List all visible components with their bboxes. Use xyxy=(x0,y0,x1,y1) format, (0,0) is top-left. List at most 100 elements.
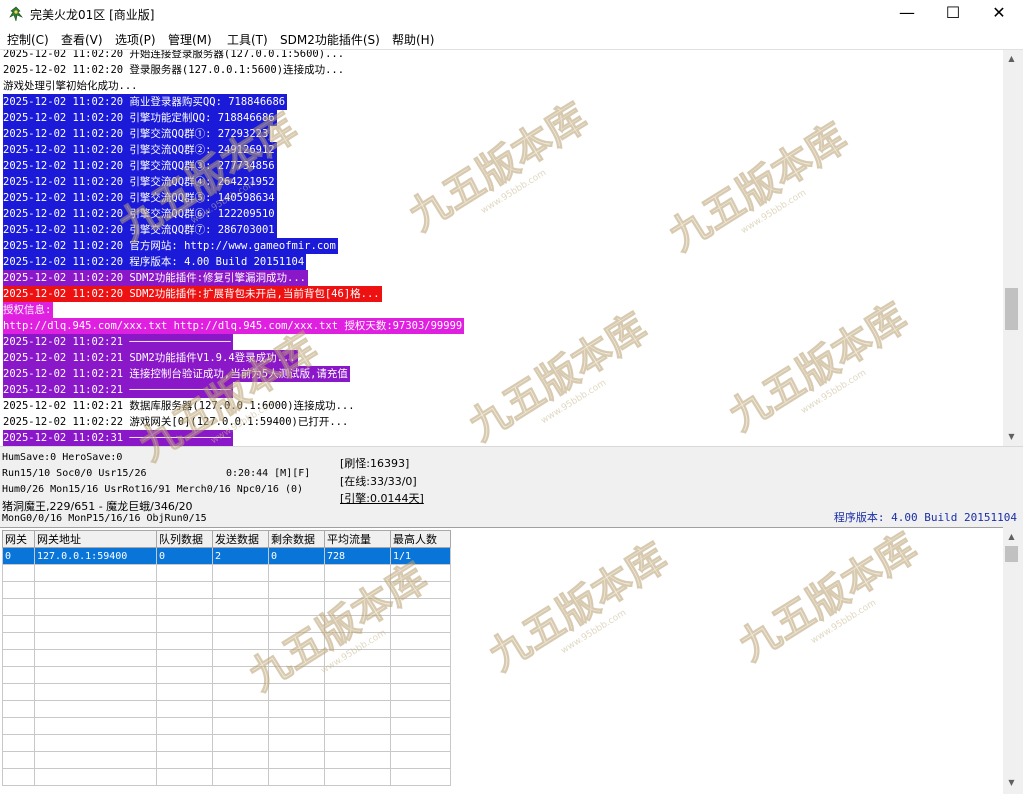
table-row[interactable] xyxy=(2,564,451,582)
table-cell: 2 xyxy=(212,547,269,565)
table-cell xyxy=(324,734,391,752)
table-cell xyxy=(324,581,391,599)
column-header[interactable]: 最高人数 xyxy=(390,530,451,548)
table-cell xyxy=(268,666,325,684)
table-cell xyxy=(324,598,391,616)
table-cell xyxy=(212,598,269,616)
table-cell: 0 xyxy=(156,547,213,565)
table-cell xyxy=(268,649,325,667)
gateway-grid-panel[interactable]: 网关 网关地址 队列数据 发送数据 剩余数据 平均流量 最高人数 0 127.0.0.1:59… xyxy=(0,527,1003,794)
log-line: 2025-12-02 11:02:22 游戏网关[0](127.0.0.1:59… xyxy=(3,414,351,430)
table-row[interactable] xyxy=(2,615,451,633)
table-cell xyxy=(212,649,269,667)
column-header[interactable]: 网关 xyxy=(2,530,35,548)
menu-options[interactable]: 选项(P) xyxy=(115,31,156,48)
engine-uptime[interactable]: [引擎:0.0144天] xyxy=(340,490,424,506)
table-cell xyxy=(390,700,451,718)
table-row[interactable] xyxy=(2,598,451,616)
menu-bar: 控制(C) 查看(V) 选项(P) 管理(M) 工具(T) SDM2功能插件(S… xyxy=(0,28,1023,50)
log-line: 2025-12-02 11:02:20 引擎交流QQ群⑤: 140598634 xyxy=(3,190,277,206)
grid-scroll-down-icon[interactable]: ▼ xyxy=(1003,776,1020,790)
table-cell xyxy=(390,598,451,616)
table-cell xyxy=(212,615,269,633)
table-row[interactable] xyxy=(2,581,451,599)
grid-scroll-thumb[interactable] xyxy=(1005,546,1018,562)
table-cell xyxy=(390,751,451,769)
grid-scroll-up-icon[interactable]: ▲ xyxy=(1003,530,1020,544)
scroll-thumb[interactable] xyxy=(1005,288,1018,330)
log-line: 2025-12-02 11:02:20 引擎功能定制QQ: 718846686 xyxy=(3,110,277,126)
log-line: 2025-12-02 11:02:20 开始连接登录服务器(127.0.0.1:… xyxy=(3,50,347,62)
menu-sdm2-plugin[interactable]: SDM2功能插件(S) xyxy=(280,31,380,48)
table-row[interactable] xyxy=(2,768,451,786)
table-cell xyxy=(324,649,391,667)
table-cell xyxy=(324,615,391,633)
log-line: 2025-12-02 11:02:20 商业登录器购买QQ: 718846686 xyxy=(3,94,288,110)
table-cell xyxy=(2,632,35,650)
table-cell xyxy=(212,717,269,735)
table-cell xyxy=(2,734,35,752)
table-row[interactable]: 0 127.0.0.1:59400 0 2 0 728 1/1 xyxy=(2,547,451,565)
save-status: HumSave:0 HeroSave:0 xyxy=(2,452,123,463)
minimize-button[interactable]: — xyxy=(884,0,930,28)
title-bar: 完美火龙01区 [商业版] — ☐ ✕ xyxy=(0,0,1023,28)
menu-control[interactable]: 控制(C) xyxy=(7,31,49,48)
menu-view[interactable]: 查看(V) xyxy=(61,31,103,48)
table-cell xyxy=(34,751,157,769)
table-cell xyxy=(268,632,325,650)
table-row[interactable] xyxy=(2,717,451,735)
table-cell xyxy=(34,717,157,735)
log-scrollbar[interactable]: ▲ ▼ xyxy=(1003,50,1020,446)
close-button[interactable]: ✕ xyxy=(976,0,1022,28)
table-cell xyxy=(156,751,213,769)
run-status: Run15/10 Soc0/0 Usr15/26 xyxy=(2,468,147,479)
table-cell xyxy=(324,666,391,684)
table-cell xyxy=(34,700,157,718)
column-header[interactable]: 平均流量 xyxy=(324,530,391,548)
maximize-button[interactable]: ☐ xyxy=(930,0,976,28)
table-row[interactable] xyxy=(2,666,451,684)
table-cell xyxy=(390,734,451,752)
scroll-up-icon[interactable]: ▲ xyxy=(1003,52,1020,66)
log-panel[interactable]: 2025-12-02 11:02:20 开始连接登录服务器(127.0.0.1:… xyxy=(0,50,1003,446)
table-cell xyxy=(390,717,451,735)
human-status: Hum0/26 Mon15/16 UsrRot16/91 Merch0/16 N… xyxy=(2,484,304,495)
table-cell xyxy=(212,666,269,684)
table-cell xyxy=(268,581,325,599)
log-line: 游戏处理引擎初始化成功... xyxy=(3,78,140,94)
table-cell xyxy=(34,734,157,752)
menu-tools[interactable]: 工具(T) xyxy=(227,31,268,48)
table-row[interactable] xyxy=(2,683,451,701)
table-row[interactable] xyxy=(2,700,451,718)
table-cell: 728 xyxy=(324,547,391,565)
scroll-down-icon[interactable]: ▼ xyxy=(1003,430,1020,444)
table-cell xyxy=(212,751,269,769)
table-cell xyxy=(156,683,213,701)
column-header[interactable]: 队列数据 xyxy=(156,530,213,548)
column-header[interactable]: 网关地址 xyxy=(34,530,157,548)
gateway-table[interactable]: 网关 网关地址 队列数据 发送数据 剩余数据 平均流量 最高人数 0 127.0.0.1:59… xyxy=(2,530,451,786)
grid-scrollbar[interactable]: ▲ ▼ xyxy=(1003,528,1020,793)
table-cell xyxy=(324,632,391,650)
table-cell xyxy=(390,649,451,667)
table-row[interactable] xyxy=(2,751,451,769)
table-cell xyxy=(34,615,157,633)
column-header[interactable]: 剩余数据 xyxy=(268,530,325,548)
log-line: 2025-12-02 11:02:20 引擎交流QQ群②: 249126912 xyxy=(3,142,277,158)
table-row[interactable] xyxy=(2,632,451,650)
table-cell xyxy=(268,734,325,752)
menu-help[interactable]: 帮助(H) xyxy=(392,31,434,48)
column-header[interactable]: 发送数据 xyxy=(212,530,269,548)
table-cell xyxy=(268,564,325,582)
table-row[interactable] xyxy=(2,649,451,667)
table-cell: 127.0.0.1:59400 xyxy=(34,547,157,565)
log-line: 2025-12-02 11:02:21 连接控制台验证成功,当前为5人测试版,请… xyxy=(3,366,350,382)
menu-manage[interactable]: 管理(M) xyxy=(168,31,212,48)
log-line: 2025-12-02 11:02:21 SDM2功能插件V1.9.4登录成功..… xyxy=(3,350,298,366)
table-cell xyxy=(156,768,213,786)
table-cell xyxy=(34,632,157,650)
table-cell xyxy=(268,615,325,633)
table-row[interactable] xyxy=(2,734,451,752)
log-line: 授权信息: xyxy=(3,302,54,318)
table-cell xyxy=(156,564,213,582)
